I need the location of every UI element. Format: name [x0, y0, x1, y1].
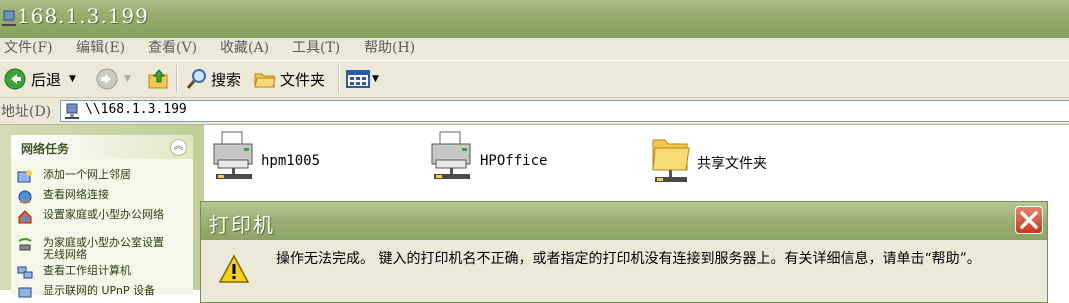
views-button[interactable]: ▼: [346, 67, 379, 91]
shared-folder-icon: [652, 139, 690, 182]
search-label: 搜索: [211, 70, 242, 89]
task-label: 显示联网的 UPnP 设备: [43, 284, 156, 297]
menu-favorites[interactable]: 收藏(A): [220, 38, 269, 58]
address-bar: 地址(D) \\168.1.3.199: [0, 98, 1069, 125]
network-tasks-header[interactable]: 网络任务 ︽: [11, 135, 193, 159]
forward-button[interactable]: ▼: [96, 67, 131, 91]
toolbar-separator: [338, 65, 340, 93]
menu-help[interactable]: 帮助(H): [364, 38, 415, 58]
views-dropdown-icon: ▼: [372, 74, 379, 84]
network-tasks-panel: 网络任务 ︽ 添加一个网上邻居 查看网络连接 设置家庭或小型办公网络 为家庭或小…: [11, 135, 193, 298]
back-dropdown-icon[interactable]: ▼: [69, 74, 76, 84]
close-icon: [1020, 211, 1038, 229]
toolbar: 后退 ▼ ▼ 搜索 文件夹 ▼: [0, 61, 1069, 98]
add-network-place-icon: [17, 170, 32, 183]
printer-item-hpoffice[interactable]: HPOffice: [428, 130, 568, 186]
task-label: 设置家庭或小型办公网络: [43, 208, 164, 221]
task-label: 添加一个网上邻居: [43, 168, 131, 181]
printer-error-dialog: 打印机 操作无法完成。 键入的打印机名不正确，或者指定的打印机没有连接到服务器上…: [200, 201, 1048, 303]
network-drive-icon: [65, 103, 79, 119]
shared-folder-item[interactable]: 共享文件夹: [651, 130, 811, 186]
folders-label: 文件夹: [280, 70, 326, 89]
task-pane: 网络任务 ︽ 添加一个网上邻居 查看网络连接 设置家庭或小型办公网络 为家庭或小…: [0, 125, 204, 298]
toolbar-separator: [176, 65, 178, 93]
menu-edit[interactable]: 编辑(E): [76, 38, 125, 58]
dialog-message: 操作无法完成。 键入的打印机名不正确，或者指定的打印机没有连接到服务器上。有关详…: [276, 251, 981, 267]
window-title: 168.1.3.199: [17, 4, 149, 28]
printer-item-hpm1005[interactable]: hpm1005: [210, 130, 350, 186]
home-network-setup-icon: [18, 210, 32, 224]
views-icon: [346, 70, 370, 88]
forward-arrow-icon: [96, 68, 118, 90]
item-label: hpm1005: [261, 153, 321, 169]
up-folder-icon: [148, 69, 168, 89]
back-label: 后退: [31, 70, 62, 89]
upnp-devices-icon: [18, 287, 32, 298]
close-button[interactable]: [1015, 206, 1043, 234]
address-value: \\168.1.3.199: [85, 102, 187, 117]
dialog-title: 打印机: [209, 213, 275, 237]
folders-button[interactable]: 文件夹: [254, 67, 325, 91]
printer-icon: [213, 131, 253, 179]
network-drive-icon: [2, 10, 16, 26]
address-label: 地址(D): [1, 104, 52, 120]
dialog-title-bar[interactable]: 打印机: [201, 202, 1047, 240]
printer-icon: [431, 131, 471, 179]
folder-icon: [254, 73, 276, 88]
menu-bar: 文件(F) 编辑(E) 查看(V) 收藏(A) 工具(T) 帮助(H): [0, 38, 1069, 61]
menu-file[interactable]: 文件(F): [4, 38, 53, 58]
item-label: HPOffice: [480, 153, 548, 169]
up-folder-button[interactable]: [148, 67, 170, 91]
network-connections-icon: [18, 190, 32, 204]
menu-tools[interactable]: 工具(T): [292, 38, 340, 58]
task-label: 查看工作组计算机: [43, 264, 131, 277]
back-button[interactable]: 后退 ▼: [4, 67, 76, 91]
search-icon: [186, 69, 206, 89]
back-arrow-icon: [4, 68, 26, 90]
task-label: 为家庭或小型办公室设置无线网络: [43, 236, 164, 261]
search-button[interactable]: 搜索: [186, 67, 241, 91]
menu-view[interactable]: 查看(V): [148, 38, 197, 58]
wireless-setup-icon: [18, 238, 32, 251]
forward-dropdown-icon[interactable]: ▼: [124, 74, 131, 84]
title-bar: 168.1.3.199: [0, 0, 1069, 38]
workgroup-computers-icon: [17, 266, 33, 279]
task-label: 查看网络连接: [43, 188, 109, 201]
item-label: 共享文件夹: [697, 156, 767, 172]
network-tasks-title: 网络任务: [21, 142, 70, 156]
address-input[interactable]: \\168.1.3.199: [60, 100, 1069, 122]
collapse-chevron-icon[interactable]: ︽: [170, 139, 187, 156]
warning-icon: [219, 254, 249, 283]
